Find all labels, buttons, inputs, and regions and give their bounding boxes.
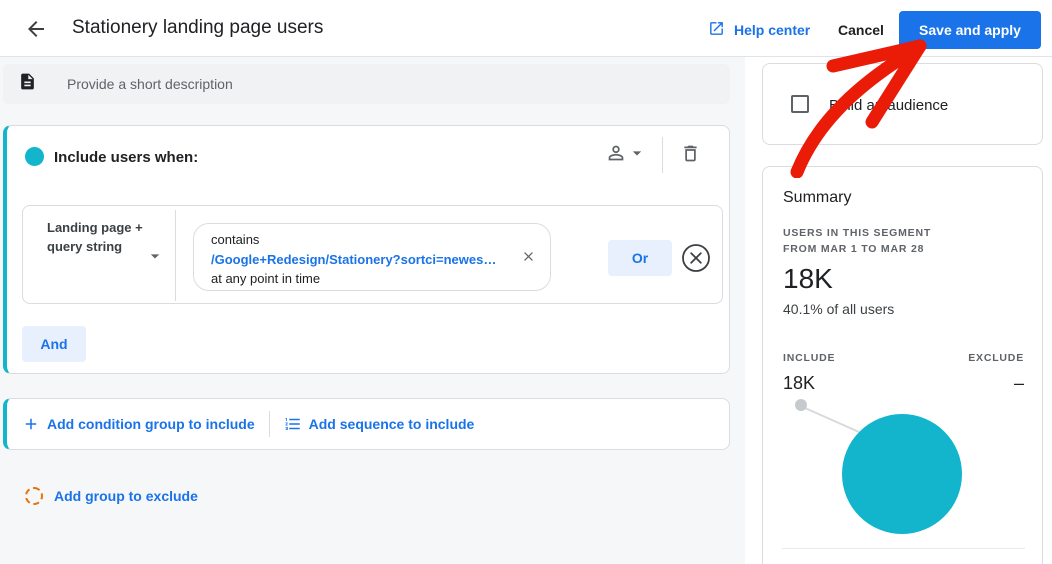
filter-value-chip[interactable]: contains /Google+Redesign/Stationery?sor… [193,223,551,291]
add-exclude-group-label: Add group to exclude [54,488,198,504]
exclude-column-label: EXCLUDE [968,352,1024,364]
clear-value-icon[interactable] [521,249,536,269]
include-indicator-dot [25,147,44,166]
include-group-title: Include users when: [54,149,199,166]
condition-divider [175,210,176,301]
numbered-list-icon [285,418,300,430]
app-header: Stationery landing page users Help cente… [0,0,1052,57]
help-center-link[interactable]: Help center [708,20,810,40]
help-center-label: Help center [734,22,811,38]
pie-leader-dot [795,399,807,411]
trash-icon[interactable] [680,143,701,169]
person-icon [608,145,624,161]
add-condition-group-link[interactable]: Add condition group to include [22,415,255,433]
include-column-label: INCLUDE [783,352,836,364]
add-sequence-link[interactable]: Add sequence to include [284,415,475,433]
header-divider [662,137,663,173]
segment-pie-chart [795,399,962,534]
condition-row: Landing page + query string contains /Go… [22,205,723,304]
plus-icon [25,418,37,430]
add-sequence-label: Add sequence to include [308,416,475,432]
include-group-card: Include users when: Landing page + query… [3,125,730,374]
and-button[interactable]: And [22,326,86,362]
scope-label: at any point in time [211,271,321,286]
summary-divider [782,548,1025,549]
save-and-apply-button[interactable]: Save and apply [899,11,1041,49]
summary-scope-line2: FROM MAR 1 TO MAR 28 [783,243,925,255]
or-button[interactable]: Or [608,240,672,276]
build-audience-label: Build an audience [829,97,949,114]
add-exclude-group-link[interactable]: Add group to exclude [25,487,198,505]
description-doc-icon [18,72,37,96]
summary-title: Summary [783,189,852,206]
back-arrow-icon[interactable] [24,17,48,41]
summary-users-percent: 40.1% of all users [783,301,895,317]
dashed-circle-icon [25,487,43,505]
add-group-card: Add condition group to include Add seque… [3,398,730,450]
summary-users-count: 18K [783,263,833,294]
include-users-value: 18K [783,373,816,393]
build-audience-card: Build an audience [762,63,1043,145]
dimension-dropdown[interactable]: Landing page + query string [23,206,175,305]
description-field[interactable]: Provide a short description [3,64,730,104]
chevron-down-icon [145,246,165,271]
description-placeholder: Provide a short description [67,76,233,92]
chevron-down-icon [632,151,642,156]
add-condition-group-label: Add condition group to include [47,416,255,432]
segment-builder-pane: Provide a short description Include user… [0,57,745,564]
cancel-button[interactable]: Cancel [832,21,890,39]
open-in-new-icon [708,20,725,40]
page-title: Stationery landing page users [72,17,324,38]
pie-include-slice [842,414,962,534]
exclude-users-value: – [1013,373,1024,393]
summary-scope-line1: USERS IN THIS SEGMENT [783,227,932,239]
remove-condition-icon[interactable] [681,243,711,273]
dimension-label: Landing page + query string [47,220,143,254]
links-divider [268,411,270,437]
summary-pane: Build an audience Summary USERS IN THIS … [745,57,1052,564]
segment-builder-screen: Stationery landing page users Help cente… [0,0,1052,564]
operator-label: contains [211,232,260,247]
build-audience-checkbox[interactable] [791,95,809,113]
user-scope-dropdown[interactable] [605,142,647,164]
summary-card: Summary USERS IN THIS SEGMENT FROM MAR 1… [762,166,1043,564]
filter-value[interactable]: /Google+Redesign/Stationery?sortci=newes… [211,250,496,269]
